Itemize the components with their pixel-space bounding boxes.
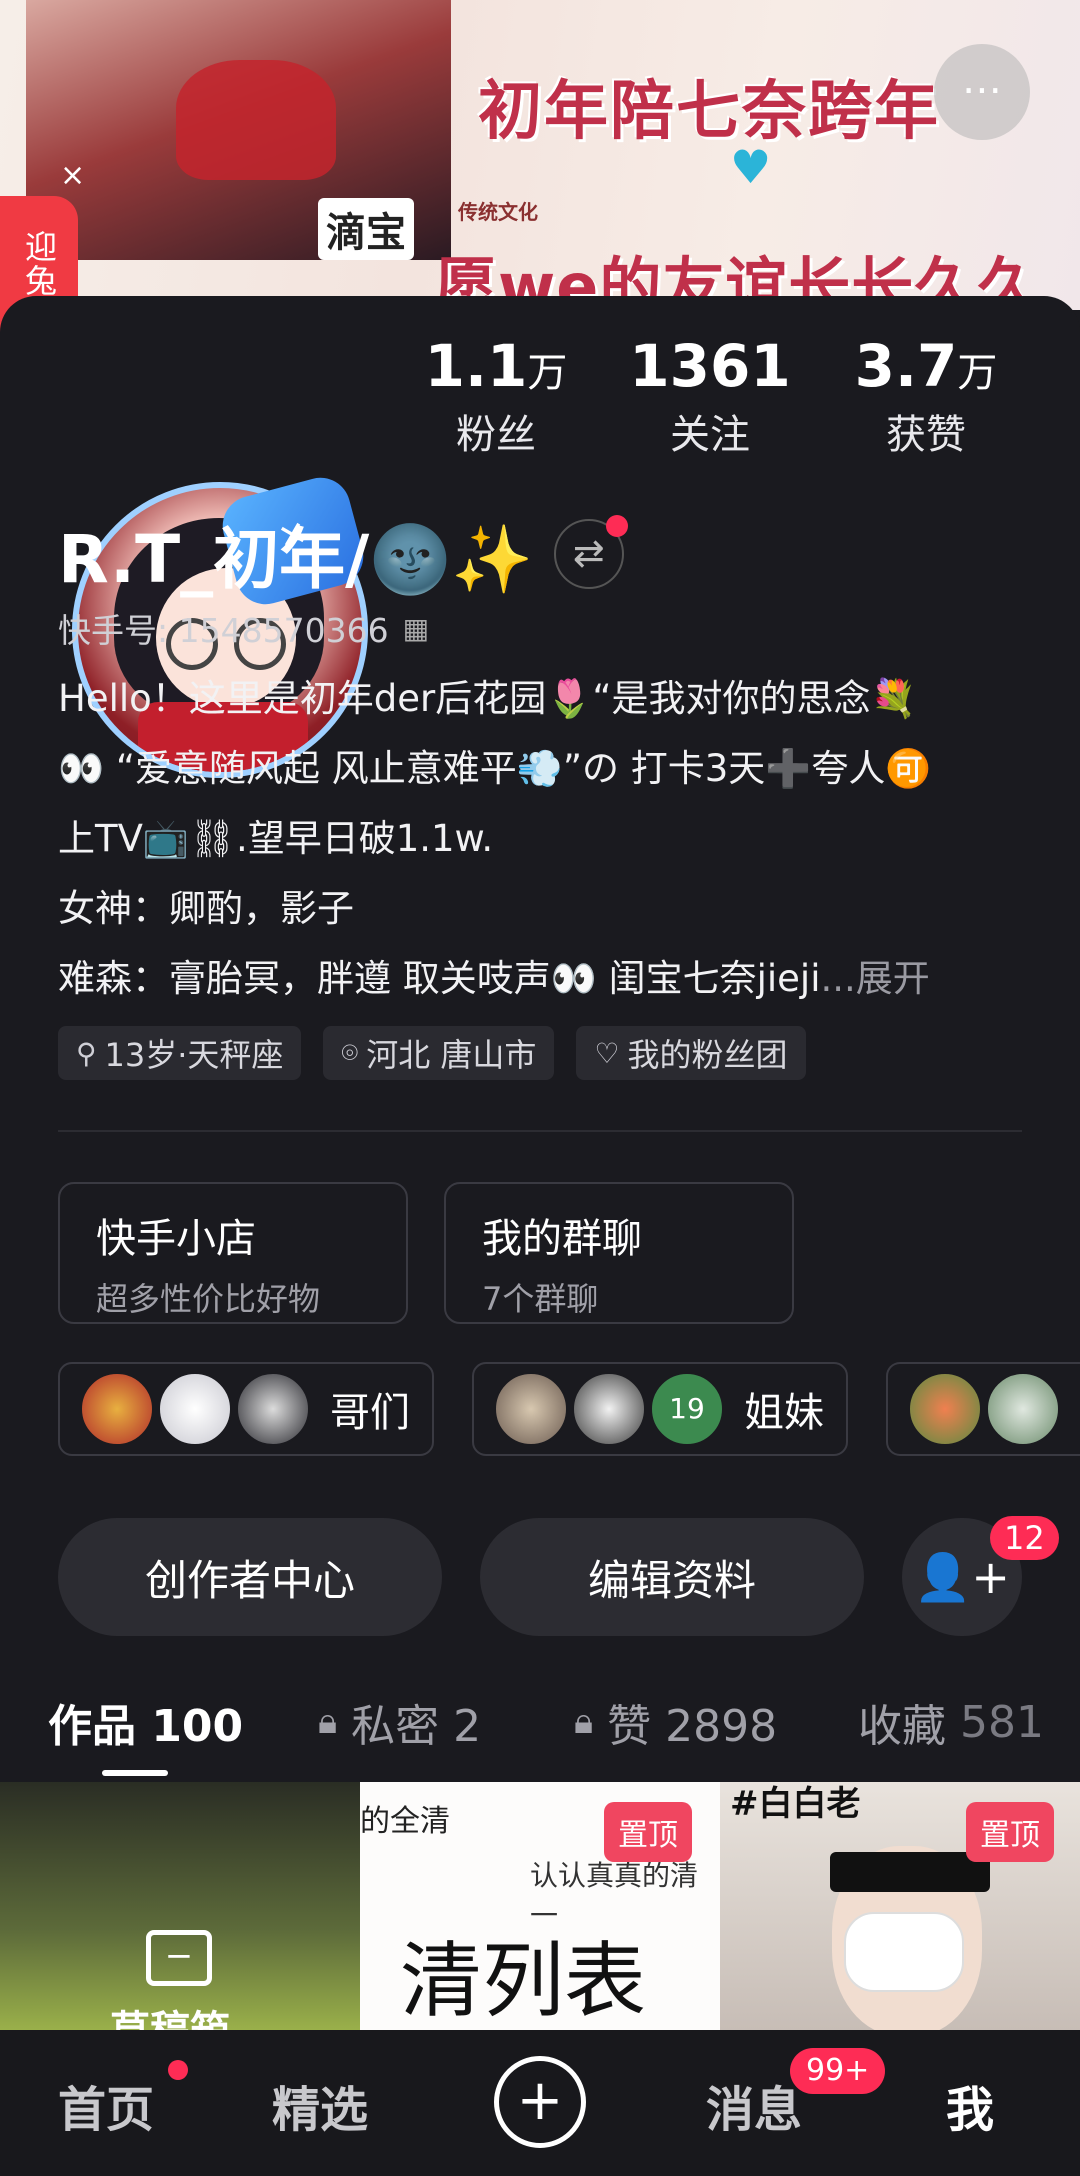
likes-stat[interactable]: 3.7万 获赞 bbox=[826, 332, 1026, 460]
name-row: R.T_初年/🌚✨ ⇄ bbox=[58, 506, 628, 602]
video-thumbnail[interactable]: #白白老 置顶 bbox=[720, 1782, 1080, 2030]
thumbnail-text: #白白老 bbox=[730, 1784, 861, 1824]
drafts-cell[interactable]: − 草稿箱 bbox=[0, 1782, 360, 2030]
bio-line: 👀 “爱意随风起 风止意难平💨”の 打卡3天➕夸人🉑 bbox=[58, 747, 932, 790]
group-sisters[interactable]: 19 姐妹 bbox=[472, 1362, 848, 1456]
banner-tag: 滴宝 bbox=[318, 198, 414, 260]
profile-tags: ⚲ 13岁·天秤座 ⌾ 河北 唐山市 ♡ 我的粉丝团 bbox=[58, 1026, 806, 1080]
create-post-button[interactable]: + bbox=[494, 2056, 586, 2148]
bio-line: 上TV📺⛓.望早日破1.1w. bbox=[58, 817, 494, 860]
tab-favorites[interactable]: 收藏 581 bbox=[858, 1690, 1044, 1754]
friend-request-badge: 12 bbox=[990, 1516, 1059, 1560]
avatar bbox=[158, 1372, 232, 1446]
following-label: 关注 bbox=[670, 412, 750, 458]
bio-line: 女神：卿酌，影子 bbox=[58, 887, 354, 930]
lock-icon: 🔒︎ bbox=[574, 1701, 594, 1742]
group-name: 哥们 bbox=[330, 1390, 410, 1436]
nav-me[interactable]: 我 bbox=[946, 2070, 994, 2140]
group-bros[interactable]: 哥们 bbox=[58, 1362, 434, 1456]
likes-label: 获赞 bbox=[886, 412, 966, 458]
heart-icon: ♥ bbox=[730, 140, 772, 194]
group-more[interactable] bbox=[886, 1362, 1080, 1456]
notification-dot bbox=[605, 515, 628, 537]
folder-icon: − bbox=[146, 1930, 212, 1986]
thumbnail-text: 的全清 bbox=[360, 1804, 450, 1839]
pinned-badge: 置顶 bbox=[966, 1802, 1054, 1862]
thumbnail-mask bbox=[844, 1912, 964, 1992]
more-dots-icon[interactable]: ⋯ bbox=[934, 44, 1030, 140]
qr-code-icon[interactable]: ▦ bbox=[403, 612, 429, 645]
heart-icon: ♡ bbox=[594, 1036, 620, 1070]
tab-likes[interactable]: 🔒︎ 赞 2898 bbox=[574, 1690, 777, 1754]
feature-title: 我的群聊 bbox=[482, 1216, 642, 1262]
avatar bbox=[986, 1372, 1060, 1446]
banner-title-line1: 初年陪七奈跨年 bbox=[478, 75, 940, 149]
nav-messages[interactable]: 消息 bbox=[706, 2070, 802, 2140]
edit-profile-button[interactable]: 编辑资料 bbox=[480, 1518, 864, 1636]
profile-banner[interactable]: 滴宝 传统文化 初年陪七奈跨年 ♥ 愿we的友谊长长久久 ⋯ bbox=[0, 0, 1080, 310]
avatar bbox=[572, 1372, 646, 1446]
avatar bbox=[80, 1372, 154, 1446]
kuaishou-shop-card[interactable]: 快手小店 超多性价比好物 bbox=[58, 1182, 408, 1324]
nav-featured[interactable]: 精选 bbox=[272, 2070, 368, 2140]
group-chat-card[interactable]: 我的群聊 7个群聊 bbox=[444, 1182, 794, 1324]
bio-line: 难森：膏胎冥，胖遵 取关吱声👀 闺宝七奈jieji...展开 bbox=[58, 957, 930, 1000]
location-tag[interactable]: ⌾ 河北 唐山市 bbox=[323, 1026, 555, 1080]
location-icon: ⌾ bbox=[341, 1036, 359, 1069]
search-tag-icon: ⚲ bbox=[76, 1036, 97, 1070]
following-count: 1361 bbox=[629, 332, 791, 400]
following-stat[interactable]: 1361 关注 bbox=[610, 332, 810, 460]
thumbnail-glasses bbox=[830, 1852, 990, 1892]
close-icon[interactable]: × bbox=[60, 158, 85, 193]
nav-home[interactable]: 首页 bbox=[58, 2070, 154, 2140]
likes-count: 3.7万 bbox=[854, 332, 998, 400]
feature-subtitle: 超多性价比好物 bbox=[96, 1280, 321, 1318]
divider bbox=[58, 1130, 1022, 1132]
add-user-icon: 👤+ bbox=[914, 1549, 1010, 1604]
switch-account-button[interactable]: ⇄ bbox=[553, 515, 628, 589]
thumbnail-title: 清列表 bbox=[400, 1934, 647, 2029]
user-id-row[interactable]: 快手号: 1548570366 ▦ bbox=[58, 604, 429, 652]
lock-icon: 🔒︎ bbox=[318, 1701, 338, 1742]
tab-private[interactable]: 🔒︎ 私密 2 bbox=[318, 1690, 481, 1754]
avatar-count: 19 bbox=[650, 1372, 724, 1446]
notification-dot bbox=[168, 2060, 188, 2080]
banner-small-text: 传统文化 bbox=[458, 200, 538, 224]
bio[interactable]: Hello！这里是初年der后花园🌷“是我对你的思念💐 👀 “爱意随风起 风止意… bbox=[58, 664, 1028, 1014]
avatar bbox=[908, 1372, 982, 1446]
drafts-label: 草稿箱 bbox=[110, 1998, 230, 2030]
fans-label: 粉丝 bbox=[456, 412, 536, 458]
messages-badge: 99+ bbox=[790, 2048, 886, 2094]
user-id: 快手号: 1548570366 bbox=[58, 611, 389, 650]
feature-subtitle: 7个群聊 bbox=[482, 1280, 599, 1318]
video-thumbnail[interactable]: 的全清 认认真真的清一 清列表 置顶 bbox=[360, 1782, 720, 2030]
profile-name: R.T_初年/🌚✨ bbox=[58, 521, 534, 598]
bio-line: Hello！这里是初年der后花园🌷“是我对你的思念💐 bbox=[58, 677, 917, 720]
fans-count: 1.1万 bbox=[424, 332, 568, 400]
active-tab-indicator bbox=[102, 1770, 168, 1776]
works-grid: − 草稿箱 的全清 认认真真的清一 清列表 置顶 #白白老 置顶 bbox=[0, 1782, 1080, 2030]
feature-title: 快手小店 bbox=[96, 1216, 256, 1262]
tab-works[interactable]: 作品 100 bbox=[48, 1690, 243, 1754]
creator-center-button[interactable]: 创作者中心 bbox=[58, 1518, 442, 1636]
avatar bbox=[236, 1372, 310, 1446]
age-tag[interactable]: ⚲ 13岁·天秤座 bbox=[58, 1026, 302, 1080]
avatar bbox=[494, 1372, 568, 1446]
fans-stat[interactable]: 1.1万 粉丝 bbox=[396, 332, 596, 460]
expand-bio-link[interactable]: ...展开 bbox=[820, 957, 929, 1000]
group-name: 姐妹 bbox=[744, 1390, 824, 1436]
fan-club-tag[interactable]: ♡ 我的粉丝团 bbox=[576, 1026, 806, 1080]
pinned-badge: 置顶 bbox=[604, 1802, 692, 1862]
content-tabs: 作品 100 🔒︎ 私密 2 🔒︎ 赞 2898 收藏 581 bbox=[0, 1690, 1080, 1780]
